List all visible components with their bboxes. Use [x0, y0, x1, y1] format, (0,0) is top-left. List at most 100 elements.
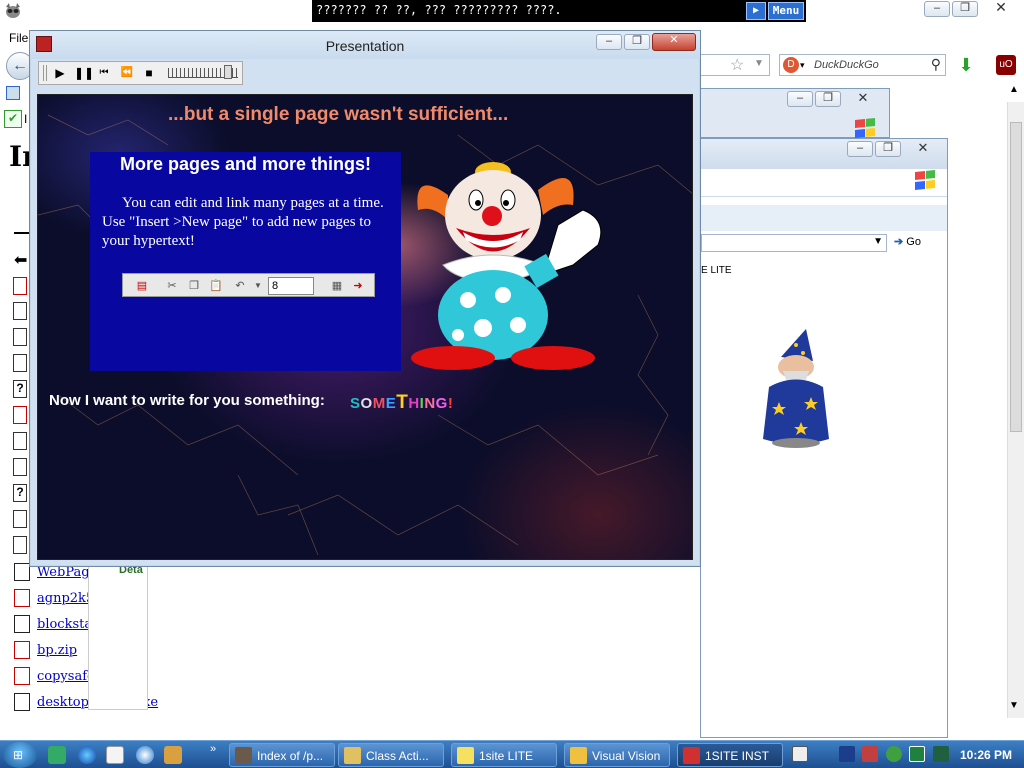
task-class-activity[interactable]: Class Acti... [338, 743, 444, 767]
slider-knob[interactable] [224, 65, 232, 79]
rainbow-letter: T [396, 392, 409, 413]
presentation-stage: ...but a single page wasn't sufficient..… [37, 94, 693, 560]
maximize-button[interactable]: ❐ [875, 141, 901, 157]
sidebar-icon[interactable] [6, 86, 20, 100]
rewind-icon[interactable]: ⏪ [119, 65, 135, 81]
duckduckgo-icon: D [783, 57, 799, 73]
file-icon [13, 302, 27, 320]
go-button[interactable]: ➔ Go [894, 235, 921, 248]
download-arrow-icon[interactable]: ⬇ [955, 55, 977, 75]
rainbow-letter: H [408, 395, 420, 412]
copy-icon: ❐ [189, 280, 199, 292]
info-panel: More pages and more things! You can edit… [90, 152, 401, 371]
maximize-button[interactable]: ❐ [952, 1, 978, 17]
minimize-button[interactable]: – [847, 141, 873, 157]
task-1site-lite[interactable]: 1site LITE [451, 743, 557, 767]
file-icon [13, 328, 27, 346]
search-icon[interactable]: ⚲ [931, 56, 941, 73]
tray-icon[interactable] [886, 746, 902, 762]
task-label: Visual Vision [592, 749, 661, 763]
play-icon[interactable]: ▶ [746, 2, 766, 20]
file-link[interactable]: bp.zip [37, 643, 77, 658]
windows-flag-icon [855, 117, 875, 138]
start-button[interactable]: ⊞ [3, 742, 37, 768]
tools-icon[interactable] [164, 746, 182, 764]
link-icon: ➜ [353, 280, 363, 292]
windows-logo-icon: ⊞ [13, 748, 24, 762]
bookmark-star-icon[interactable]: ☆ [730, 55, 744, 75]
clown-image [411, 162, 602, 370]
file-link[interactable]: WebPag [37, 565, 90, 580]
scroll-down-arrow-icon[interactable]: ▼ [1009, 700, 1019, 711]
task-label: Index of /p... [257, 749, 324, 763]
panel-title: More pages and more things! [119, 154, 372, 174]
ublock-icon[interactable]: uO [996, 55, 1016, 75]
lite-text: E LITE [701, 265, 732, 276]
slide-heading: ...but a single page wasn't sufficient..… [168, 104, 509, 125]
scroll-up-arrow-icon[interactable]: ▲ [1009, 84, 1019, 95]
position-slider[interactable] [168, 65, 238, 79]
go-label: Go [906, 236, 921, 248]
monitor-icon[interactable] [909, 746, 925, 762]
parent-dir-icon[interactable]: ⬅ [14, 250, 27, 270]
search-box[interactable]: D ▾ DuckDuckGo ⚲ [779, 54, 946, 76]
network-icon[interactable] [933, 746, 949, 762]
tray-icon[interactable] [862, 746, 878, 762]
window-titlebar: – ❐ ✕ [701, 139, 947, 169]
spin-value: 8 [268, 277, 314, 295]
menu-button[interactable]: Menu [768, 2, 804, 20]
explorer-icon[interactable] [106, 746, 124, 764]
rewind-start-icon[interactable]: ⏮ [96, 65, 112, 81]
stop-icon[interactable]: ■ [141, 65, 157, 81]
wizard-tray-icon[interactable] [839, 746, 855, 762]
maximize-button[interactable]: ❐ [815, 91, 841, 107]
file-link[interactable]: blocksta [37, 617, 92, 632]
tab-fragment[interactable]: I [24, 112, 27, 126]
quicklaunch-icon[interactable] [48, 746, 66, 764]
close-button[interactable]: ✕ [843, 91, 883, 107]
back-arrow-icon: ← [12, 57, 28, 74]
close-button[interactable]: ✕ [652, 33, 696, 51]
maximize-button[interactable]: ❐ [624, 34, 650, 50]
task-1site-inst[interactable]: 1SITE INST [677, 743, 783, 767]
minimize-button[interactable]: – [596, 34, 622, 50]
search-engine-dropdown-icon[interactable]: ▾ [800, 60, 805, 71]
task-visual-vision[interactable]: Visual Vision [564, 743, 670, 767]
menu-file[interactable]: File [9, 31, 28, 45]
rainbow-letter: E [385, 395, 397, 412]
task-index[interactable]: Index of /p... [229, 743, 335, 767]
presentation-window: Presentation – ❐ ✕ ▶ ❚❚ ⏮ ⏪ ■ ...but a s… [29, 30, 701, 567]
file-link[interactable]: agnp2k5 [37, 591, 94, 606]
minimize-button[interactable]: – [924, 1, 950, 17]
play-icon[interactable]: ▶ [52, 65, 68, 81]
rainbow-letter: O [360, 395, 373, 412]
vertical-scrollbar[interactable] [1007, 102, 1024, 718]
pause-icon[interactable]: ❚❚ [74, 65, 94, 81]
unknown-file-icon: ? [13, 484, 27, 502]
task-label: 1SITE INST [705, 749, 770, 763]
class-activity-window: – ❐ ✕ [700, 88, 890, 138]
minimize-button[interactable]: – [787, 91, 813, 107]
file-icon [13, 510, 27, 528]
close-button[interactable]: ✕ [980, 0, 1022, 17]
taskbar: ⊞ » Index of /p... Class Acti... 1site L… [0, 740, 1024, 768]
file-link[interactable]: copysafe [37, 669, 95, 684]
clock[interactable]: 10:26 PM [960, 748, 1012, 762]
chevron-more-icon[interactable]: » [210, 743, 216, 755]
task-label: Class Acti... [366, 749, 429, 763]
file-icon [13, 458, 27, 476]
something-rainbow-text: SOMETHING! [350, 392, 453, 414]
dropdown-arrow-icon[interactable]: ▼ [754, 58, 764, 69]
toolbar-grip[interactable] [43, 65, 47, 81]
keyboard-icon[interactable] [792, 746, 808, 762]
ie-icon[interactable] [78, 746, 96, 764]
editor-toolbar-preview: ▤ ✂ ❐ 📋 ↶ ▼ 8 ▦ ➜ [122, 273, 375, 297]
panel-text: You can edit and link many pages at a ti… [102, 195, 384, 249]
scrollbar-thumb[interactable] [1010, 122, 1022, 432]
file-icon [14, 667, 30, 685]
close-button[interactable]: ✕ [903, 141, 943, 157]
cut-icon: ✂ [167, 280, 177, 292]
chevron-down-icon[interactable]: ▼ [873, 236, 883, 247]
address-dropdown[interactable]: ▼ [701, 234, 887, 252]
media-player-icon[interactable] [136, 746, 154, 764]
